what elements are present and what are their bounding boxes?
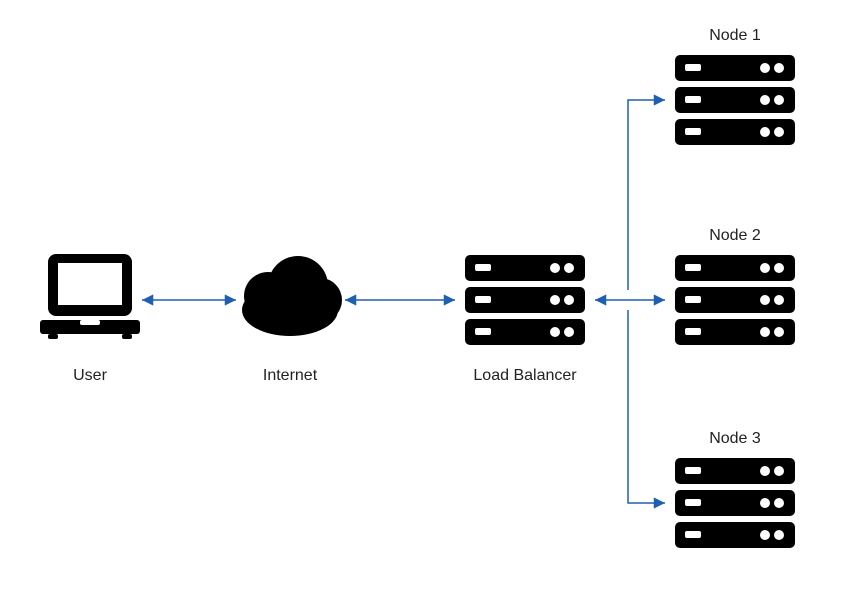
internet-group: Internet — [242, 256, 342, 384]
user-group: User — [40, 254, 140, 384]
cloud-icon — [242, 256, 342, 336]
arrow-lb-node1 — [628, 100, 665, 290]
server-stack-icon — [675, 255, 795, 345]
node2-label: Node 2 — [709, 227, 761, 244]
server-stack-icon — [675, 458, 795, 548]
node3-label: Node 3 — [709, 430, 761, 447]
architecture-diagram: User Internet Load Balancer Node 1 Node … — [0, 0, 850, 601]
load-balancer-group: Load Balancer — [465, 255, 585, 384]
user-label: User — [73, 367, 107, 384]
load-balancer-label: Load Balancer — [473, 367, 577, 384]
node1-group: Node 1 — [675, 27, 795, 145]
server-stack-icon — [465, 255, 585, 345]
server-stack-icon — [675, 55, 795, 145]
connections-layer — [142, 100, 665, 503]
arrow-lb-node3 — [628, 310, 665, 503]
laptop-icon — [40, 254, 140, 339]
node3-group: Node 3 — [675, 430, 795, 548]
node1-label: Node 1 — [709, 27, 761, 44]
internet-label: Internet — [263, 367, 318, 384]
node2-group: Node 2 — [675, 227, 795, 345]
